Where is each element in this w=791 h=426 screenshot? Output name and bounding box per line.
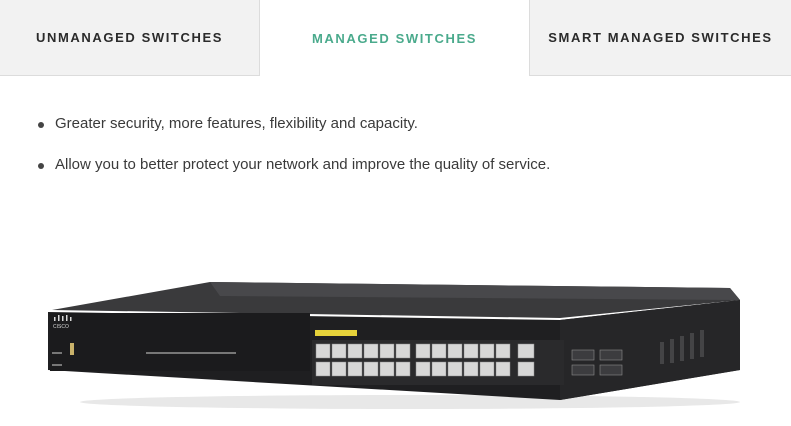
list-item: Greater security, more features, flexibi… — [36, 114, 550, 155]
tab-smart-managed-switches[interactable]: SMART MANAGED SWITCHES — [530, 0, 791, 76]
feature-text: Greater security, more features, flexibi… — [55, 115, 418, 132]
svg-text:CISCO: CISCO — [53, 324, 69, 330]
tab-unmanaged-switches[interactable]: UNMANAGED SWITCHES — [0, 0, 259, 76]
tab-managed-switches[interactable]: MANAGED SWITCHES — [259, 0, 530, 76]
bullet-icon — [38, 163, 44, 169]
network-switch-image: CISCO — [48, 282, 740, 409]
bullet-icon — [38, 122, 44, 128]
switch-type-tabs: UNMANAGED SWITCHES MANAGED SWITCHES SMAR… — [0, 0, 791, 76]
feature-text: Allow you to better protect your network… — [55, 156, 551, 173]
feature-list: Greater security, more features, flexibi… — [36, 114, 550, 196]
list-item: Allow you to better protect your network… — [36, 155, 550, 196]
